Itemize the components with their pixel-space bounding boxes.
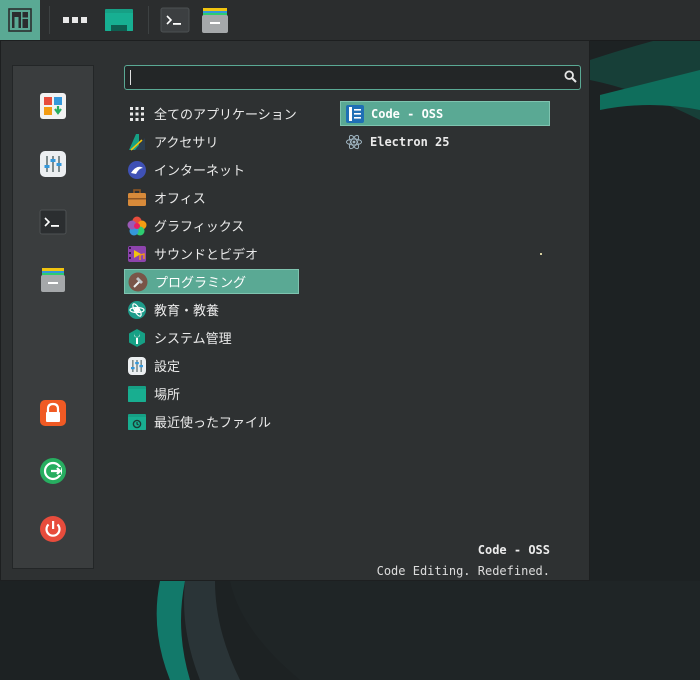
category-office[interactable]: オフィス [124,185,299,210]
education-icon [127,300,147,320]
text-caret [130,70,131,85]
code-oss-icon [345,104,365,124]
category-label: プログラミング [155,276,247,291]
settings-icon [127,356,147,376]
app-label: Electron 25 [370,134,450,149]
category-label: アクセサリ [154,136,219,151]
places-icon [127,384,147,404]
multimedia-icon [127,244,147,264]
grid-icon [127,104,147,124]
category-system[interactable]: システム管理 [124,325,299,350]
accessories-icon [127,132,147,152]
category-label: サウンドとビデオ [154,248,259,263]
terminal-icon[interactable] [158,0,192,40]
application-menu: 全てのアプリケーション アクセサリ インターネット オフィス グラフィックス サ… [0,40,590,581]
category-all-applications[interactable]: 全てのアプリケーション [124,101,299,126]
top-panel [0,0,700,41]
favorites-bar [12,65,94,569]
settings-manager-icon[interactable] [38,149,68,179]
software-center-icon[interactable] [38,91,68,121]
category-label: インターネット [154,164,246,179]
app-electron-25[interactable]: Electron 25 [340,129,550,154]
development-icon [128,272,148,292]
category-label: 場所 [154,388,181,403]
category-label: オフィス [154,192,206,207]
manjaro-logo-icon[interactable] [0,0,40,40]
logout-icon[interactable] [38,456,68,486]
category-label: 全てのアプリケーション [154,108,297,123]
electron-icon [344,132,364,152]
search-input[interactable] [124,65,581,90]
apps-dots-icon[interactable] [58,0,92,40]
panel-separator [49,6,50,34]
file-manager-icon[interactable] [38,265,68,295]
power-icon[interactable] [38,514,68,544]
app-code-oss[interactable]: Code - OSS [340,101,550,126]
category-development[interactable]: プログラミング [124,269,299,294]
terminal-icon[interactable] [38,207,68,237]
lock-icon[interactable] [38,398,68,428]
category-education[interactable]: 教育・教養 [124,297,299,322]
app-description-title: Code - OSS [477,543,550,557]
cursor-speck [540,253,542,255]
app-label: Code - OSS [371,106,444,121]
folder-icon[interactable] [102,0,136,40]
category-label: 教育・教養 [154,304,220,319]
recent-icon [127,412,147,432]
office-icon [127,188,147,208]
category-accessories[interactable]: アクセサリ [124,129,299,154]
category-label: 設定 [154,360,181,375]
system-icon [127,328,147,348]
category-label: システム管理 [154,332,232,347]
category-multimedia[interactable]: サウンドとビデオ [124,241,299,266]
drawer-icon[interactable] [198,0,232,40]
category-recent-files[interactable]: 最近使ったファイル [124,409,299,434]
panel-separator [148,6,149,34]
category-label: グラフィックス [154,220,245,235]
category-settings[interactable]: 設定 [124,353,299,378]
app-description-text: Code Editing. Redefined. [376,564,550,578]
category-places[interactable]: 場所 [124,381,299,406]
graphics-icon [127,216,147,236]
search-icon[interactable] [564,70,577,83]
category-label: 最近使ったファイル [154,416,272,431]
category-internet[interactable]: インターネット [124,157,299,182]
category-graphics[interactable]: グラフィックス [124,213,299,238]
internet-icon [127,160,147,180]
